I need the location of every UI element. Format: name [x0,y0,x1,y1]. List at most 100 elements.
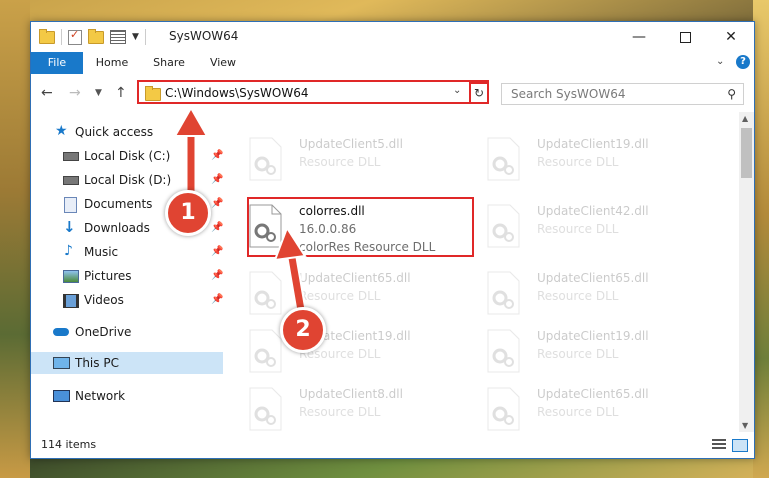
toolbar-separator [144,29,146,45]
vertical-scrollbar[interactable]: ▲ ▼ [739,112,754,432]
file-tile[interactable]: UpdateClient19.dll Resource DLL [462,322,692,380]
search-input[interactable]: Search SysWOW64 [511,87,625,101]
refresh-icon: ↻ [473,86,485,100]
expand-ribbon-chevron-icon[interactable]: ⌄ [716,56,724,67]
folder-icon [39,28,55,44]
computer-icon [53,357,70,369]
file-name: UpdateClient19.dll [537,329,649,343]
pin-icon[interactable]: 📌 [211,174,223,185]
toolbar-separator [61,29,62,45]
scroll-up-icon[interactable]: ▲ [742,114,748,123]
tab-share[interactable]: Share [147,52,191,74]
help-icon[interactable]: ? [736,55,750,69]
step-2-badge: 2 [280,307,326,353]
pin-icon[interactable]: 📌 [211,270,223,281]
pin-icon[interactable]: 📌 [211,246,223,257]
sidebar-item-this-pc[interactable]: This PC [31,352,223,374]
scroll-down-icon[interactable]: ▼ [742,421,748,430]
videos-icon [63,294,79,308]
sidebar-item-onedrive[interactable]: OneDrive [31,321,223,343]
forward-arrow-icon[interactable]: → [69,85,81,101]
close-icon: ✕ [725,29,737,45]
address-path[interactable]: C:\Windows\SysWOW64 [165,86,309,100]
maximize-button[interactable] [662,22,708,52]
sidebar-item-quick-access[interactable]: ★ Quick access [31,121,223,143]
sidebar-item-label: Downloads [84,221,150,235]
sidebar-item-label: Pictures [84,269,132,283]
ribbon-tabs: File Home Share View ⌄ ? [31,52,754,75]
sidebar-item-music[interactable]: ♪ Music 📌 [31,241,223,263]
tab-home[interactable]: Home [89,52,135,74]
properties-check-icon[interactable] [68,28,82,45]
file-tile[interactable]: UpdateClient65.dll Resource DLL [462,380,692,432]
documents-icon [64,197,77,213]
file-tile[interactable]: UpdateClient65.dll Resource DLL [224,264,454,322]
properties-icon[interactable] [110,30,126,44]
file-explorer-window: ▼ SysWOW64 — ✕ File Home Share View ⌄ ? … [30,21,755,459]
dll-file-icon [249,387,282,431]
music-icon: ♪ [64,243,73,259]
refresh-button[interactable]: ↻ [469,82,489,104]
file-description: Resource DLL [299,405,381,419]
file-tile[interactable]: UpdateClient19.dll Resource DLL [462,130,692,188]
file-tile[interactable]: UpdateClient19.dll Resource DLL [224,322,454,380]
file-highlight-box [247,197,474,257]
file-tile[interactable]: UpdateClient65.dll Resource DLL [462,264,692,322]
sidebar-item-label: Documents [84,197,153,211]
window-title: SysWOW64 [169,29,239,43]
folder-icon [145,86,161,101]
tab-file[interactable]: File [31,52,83,74]
file-description: Resource DLL [537,155,619,169]
sidebar-item-videos[interactable]: Videos 📌 [31,289,223,311]
pin-icon[interactable]: 📌 [211,150,223,161]
status-bar: 114 items [31,432,754,458]
file-description: Resource DLL [299,155,381,169]
customize-toolbar-chevron-icon[interactable]: ▼ [132,32,139,42]
scrollbar-thumb[interactable] [741,128,752,178]
up-arrow-icon[interactable]: ↑ [115,85,127,101]
file-description: Resource DLL [537,289,619,303]
search-icon[interactable]: ⚲ [727,87,736,101]
sidebar-item-label: Music [84,245,119,259]
file-name: UpdateClient8.dll [299,387,403,401]
sidebar-item-pictures[interactable]: Pictures 📌 [31,265,223,287]
file-description: Resource DLL [537,405,619,419]
sidebar-item-local-disk-c[interactable]: Local Disk (C:) 📌 [31,145,223,167]
file-tile[interactable]: UpdateClient42.dll Resource DLL [462,197,692,255]
pictures-icon [63,270,79,283]
back-arrow-icon[interactable]: ← [41,85,53,101]
search-box[interactable]: Search SysWOW64 ⚲ [501,83,744,105]
sidebar-item-label: Network [75,389,126,403]
tab-view[interactable]: View [203,52,243,74]
file-name: UpdateClient19.dll [537,137,649,151]
sidebar-item-network[interactable]: Network [31,385,223,407]
recent-locations-chevron-icon[interactable]: ▼ [95,88,102,98]
minimize-button[interactable]: — [616,22,662,52]
address-bar[interactable]: C:\Windows\SysWOW64 ⌄ [137,80,489,104]
maximize-icon [679,31,691,43]
file-description: Resource DLL [537,347,619,361]
details-view-icon[interactable] [712,439,726,450]
new-folder-icon[interactable] [88,28,104,44]
file-name: UpdateClient65.dll [537,387,649,401]
pin-icon[interactable]: 📌 [211,198,223,209]
file-name: UpdateClient5.dll [299,137,403,151]
download-icon: ↓ [63,218,76,236]
step-1-badge: 1 [165,190,211,236]
drive-icon [63,176,79,185]
pin-icon[interactable]: 📌 [211,222,223,233]
navigation-pane: ★ Quick access Local Disk (C:) 📌 Local D… [31,112,223,432]
sidebar-item-local-disk-d[interactable]: Local Disk (D:) 📌 [31,169,223,191]
minimize-icon: — [632,29,646,45]
cloud-icon [53,328,69,336]
pin-icon[interactable]: 📌 [211,294,223,305]
file-tile[interactable]: UpdateClient8.dll Resource DLL [224,380,454,432]
file-tile[interactable]: UpdateClient5.dll Resource DLL [224,130,454,188]
desktop-background-right [753,0,769,478]
desktop-background-left [0,0,30,478]
address-dropdown-chevron-icon[interactable]: ⌄ [453,85,461,96]
sidebar-item-label: This PC [75,356,119,370]
file-description: Resource DLL [299,289,381,303]
close-button[interactable]: ✕ [708,22,754,52]
tiles-view-icon[interactable] [732,439,748,452]
